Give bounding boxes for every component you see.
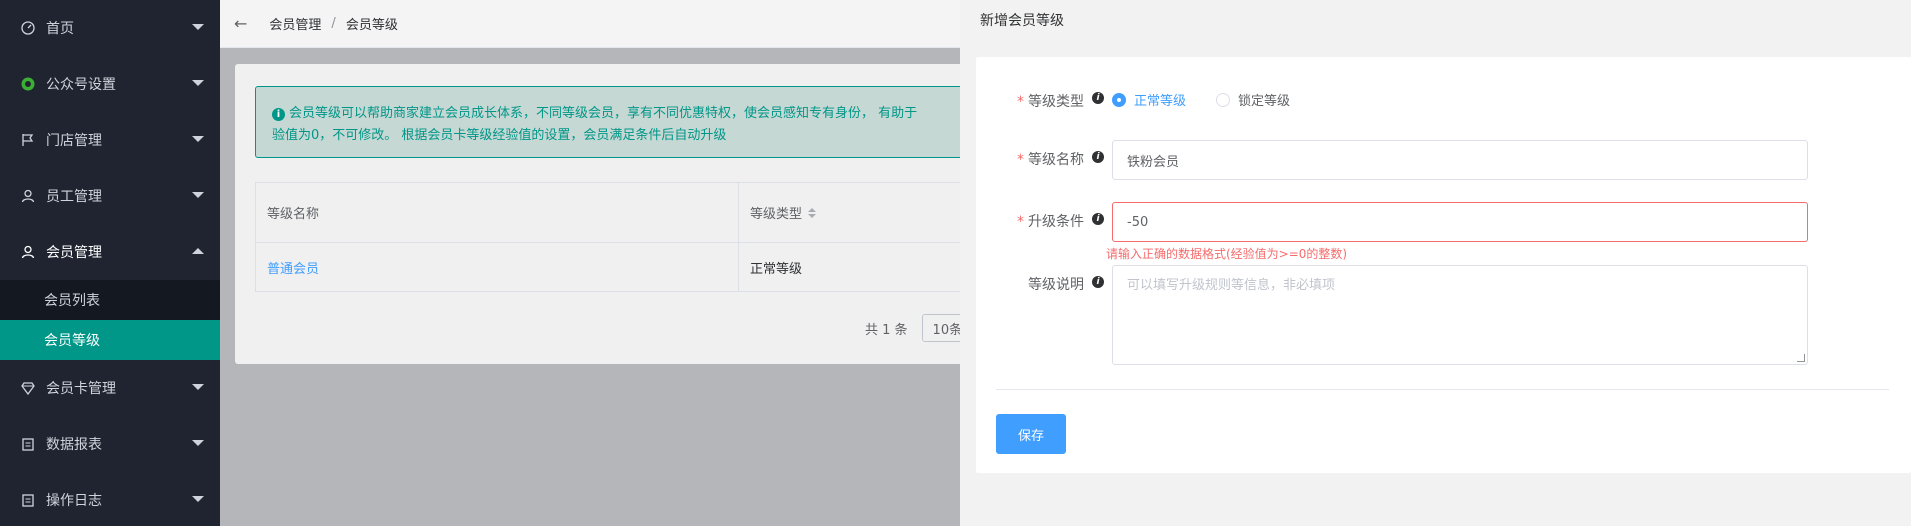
flag-icon — [20, 132, 36, 148]
chevron-down-icon — [192, 24, 204, 30]
sidebar-subitem-member-list[interactable]: 会员列表 — [0, 280, 220, 320]
sidebar-item-label: 数据报表 — [46, 437, 102, 453]
form-row-level-name: * 等级名称 i 铁粉会员 — [976, 140, 1808, 180]
table-cell: 普通会员 — [256, 243, 739, 291]
level-name-link[interactable]: 普通会员 — [267, 258, 319, 277]
sidebar-item-logs[interactable]: 操作日志 — [0, 472, 220, 526]
radio-locked-level[interactable]: 锁定等级 — [1216, 90, 1290, 109]
sidebar-item-reports[interactable]: 数据报表 — [0, 416, 220, 472]
chevron-down-icon — [192, 136, 204, 142]
breadcrumb-separator: / — [331, 16, 336, 31]
diamond-icon — [20, 380, 36, 396]
info-tip-icon[interactable]: i — [1092, 151, 1104, 163]
radio-circle[interactable] — [1216, 92, 1231, 107]
form-label: 等级说明 — [1028, 277, 1084, 293]
radio-normal-level[interactable]: 正常等级 — [1112, 90, 1186, 109]
level-name-input[interactable]: 铁粉会员 — [1112, 140, 1808, 180]
add-level-drawer: 新增会员等级 * 等级类型 i 正常等级 锁定等级 * 等级名称 i 铁粉会员 * 升… — [960, 0, 1911, 526]
drawer-form: * 等级类型 i 正常等级 锁定等级 * 等级名称 i 铁粉会员 * 升级条件 i -… — [976, 57, 1911, 473]
validation-error: 请输入正确的数据格式(经验值为>=0的整数) — [1106, 247, 1348, 261]
info-icon: i — [272, 108, 285, 121]
radio-circle[interactable] — [1112, 92, 1126, 107]
chevron-down-icon — [192, 192, 204, 198]
sidebar-item-wechat[interactable]: 公众号设置 — [0, 56, 220, 112]
form-row-description: 等级说明 i 可以填写升级规则等信息，非必填项 — [976, 265, 1808, 365]
breadcrumb-item: 会员等级 — [345, 18, 398, 33]
description-textarea[interactable]: 可以填写升级规则等信息，非必填项 — [1112, 265, 1808, 365]
divider — [996, 389, 1889, 390]
sidebar-item-stores[interactable]: 门店管理 — [0, 112, 220, 168]
sidebar-subitem-member-levels[interactable]: 会员等级 — [0, 320, 220, 360]
form-row-level-type: * 等级类型 i 正常等级 锁定等级 — [976, 90, 1320, 111]
sidebar-item-label: 操作日志 — [46, 493, 102, 509]
user-icon — [20, 188, 36, 204]
chevron-down-icon — [192, 440, 204, 446]
form-label: * 等级名称 — [1017, 152, 1084, 168]
dashboard-icon — [20, 20, 36, 36]
form-label: * 等级类型 — [1017, 94, 1084, 110]
chevron-down-icon — [192, 496, 204, 502]
alert-text: 会员等级可以帮助商家建立会员成长体系，不同等级会员，享有不同优惠特权，使会员感知… — [289, 106, 918, 121]
user-icon — [20, 244, 36, 260]
save-button[interactable]: 保存 — [996, 414, 1066, 454]
sidebar-item-label: 公众号设置 — [46, 77, 116, 93]
pagination-total: 共 1 条 — [865, 322, 908, 338]
back-arrow-icon[interactable]: ← — [234, 14, 247, 33]
drawer-title: 新增会员等级 — [980, 13, 1064, 29]
required-mark: * — [1017, 214, 1024, 230]
sidebar-item-label: 员工管理 — [46, 189, 102, 205]
sidebar-item-staff[interactable]: 员工管理 — [0, 168, 220, 224]
info-tip-icon[interactable]: i — [1092, 213, 1104, 225]
form-label: * 升级条件 — [1017, 214, 1084, 230]
chevron-up-icon — [192, 248, 204, 254]
chevron-down-icon — [192, 80, 204, 86]
wechat-icon — [20, 76, 36, 92]
radio-label: 锁定等级 — [1238, 94, 1291, 109]
required-mark: * — [1017, 94, 1024, 110]
breadcrumb-item[interactable]: 会员管理 — [269, 14, 321, 33]
sidebar-item-label: 会员卡管理 — [46, 381, 116, 397]
info-tip-icon[interactable]: i — [1092, 276, 1104, 288]
clipboard-icon — [20, 436, 36, 452]
clipboard-icon — [20, 492, 36, 508]
sidebar-item-home[interactable]: 首页 — [0, 0, 220, 56]
sidebar-item-label: 会员管理 — [46, 245, 102, 261]
info-tip-icon[interactable]: i — [1092, 92, 1104, 104]
chevron-down-icon — [192, 384, 204, 390]
form-row-upgrade-condition: * 升级条件 i -50 — [976, 202, 1808, 242]
required-mark: * — [1017, 152, 1024, 168]
sidebar-item-member-cards[interactable]: 会员卡管理 — [0, 360, 220, 416]
level-type-radio-group: 正常等级 锁定等级 — [1112, 90, 1320, 109]
sidebar-item-members[interactable]: 会员管理 — [0, 224, 220, 280]
column-header: 等级名称 — [256, 183, 739, 242]
radio-label: 正常等级 — [1134, 94, 1187, 109]
sidebar-item-label: 门店管理 — [46, 133, 102, 149]
resize-handle-icon[interactable] — [1797, 354, 1805, 362]
column-header-label: 等级类型 — [750, 207, 803, 222]
sidebar: 首页 公众号设置 门店管理 员工管理 会员管理 会员列表 会员等级 会员卡管理 … — [0, 0, 220, 526]
sort-icon[interactable] — [808, 207, 817, 218]
textarea-placeholder: 可以填写升级规则等信息，非必填项 — [1127, 278, 1336, 293]
upgrade-condition-input[interactable]: -50 — [1112, 202, 1808, 242]
members-submenu: 会员列表 会员等级 — [0, 280, 220, 360]
sidebar-item-label: 首页 — [46, 21, 74, 37]
